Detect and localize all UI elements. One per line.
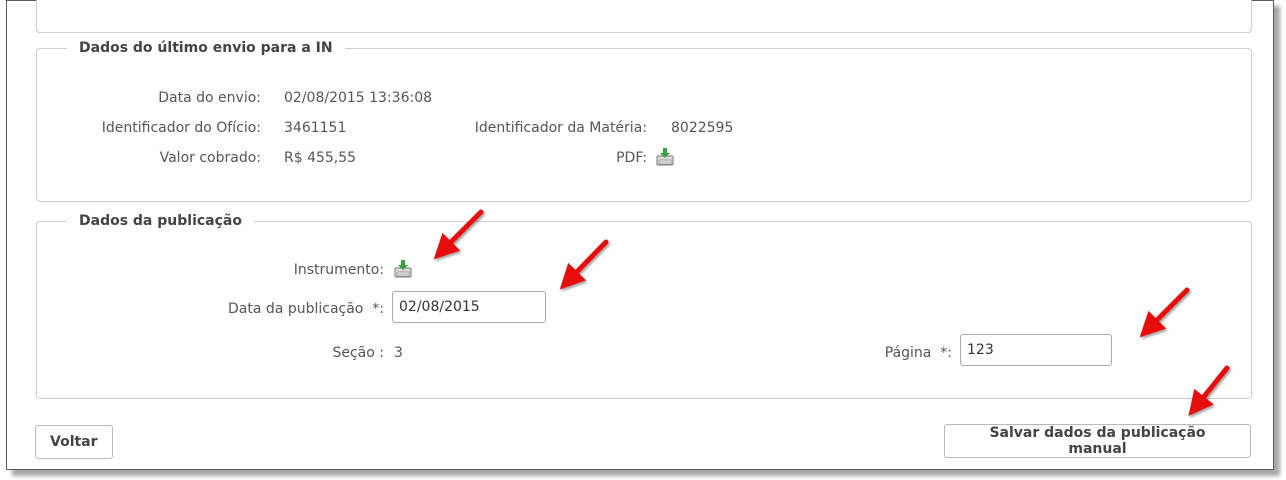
print-download-icon[interactable] (654, 146, 676, 168)
data-publicacao-label: Data da publicação *: (228, 301, 384, 317)
publication-legend: Dados da publicação (79, 213, 242, 229)
valor-value: R$ 455,55 (284, 150, 357, 166)
print-download-icon[interactable] (392, 258, 414, 280)
instrumento-label: Instrumento: (293, 262, 384, 278)
data-envio-label: Data do envio: (158, 90, 261, 106)
data-publicacao-input[interactable] (392, 291, 546, 323)
previous-section-panel (36, 0, 1252, 33)
save-publication-button[interactable]: Salvar dados da publicação manual (944, 424, 1251, 458)
pagina-label: Página *: (884, 345, 952, 361)
secao-label: Seção : (332, 345, 384, 361)
id-oficio-label: Identificador do Ofício: (101, 120, 261, 136)
data-envio-value: 02/08/2015 13:36:08 (284, 90, 433, 106)
id-materia-value: 8022595 (671, 120, 734, 136)
back-button[interactable]: Voltar (35, 425, 113, 459)
form-window: Dados do último envio para a IN Data do … (6, 0, 1274, 470)
pagina-input[interactable] (960, 334, 1112, 366)
pdf-label: PDF: (616, 150, 647, 166)
id-materia-label: Identificador da Matéria: (474, 120, 647, 136)
last-submission-legend: Dados do último envio para a IN (79, 40, 333, 56)
id-oficio-value: 3461151 (284, 120, 347, 136)
valor-label: Valor cobrado: (159, 150, 261, 166)
secao-value: 3 (394, 345, 403, 361)
